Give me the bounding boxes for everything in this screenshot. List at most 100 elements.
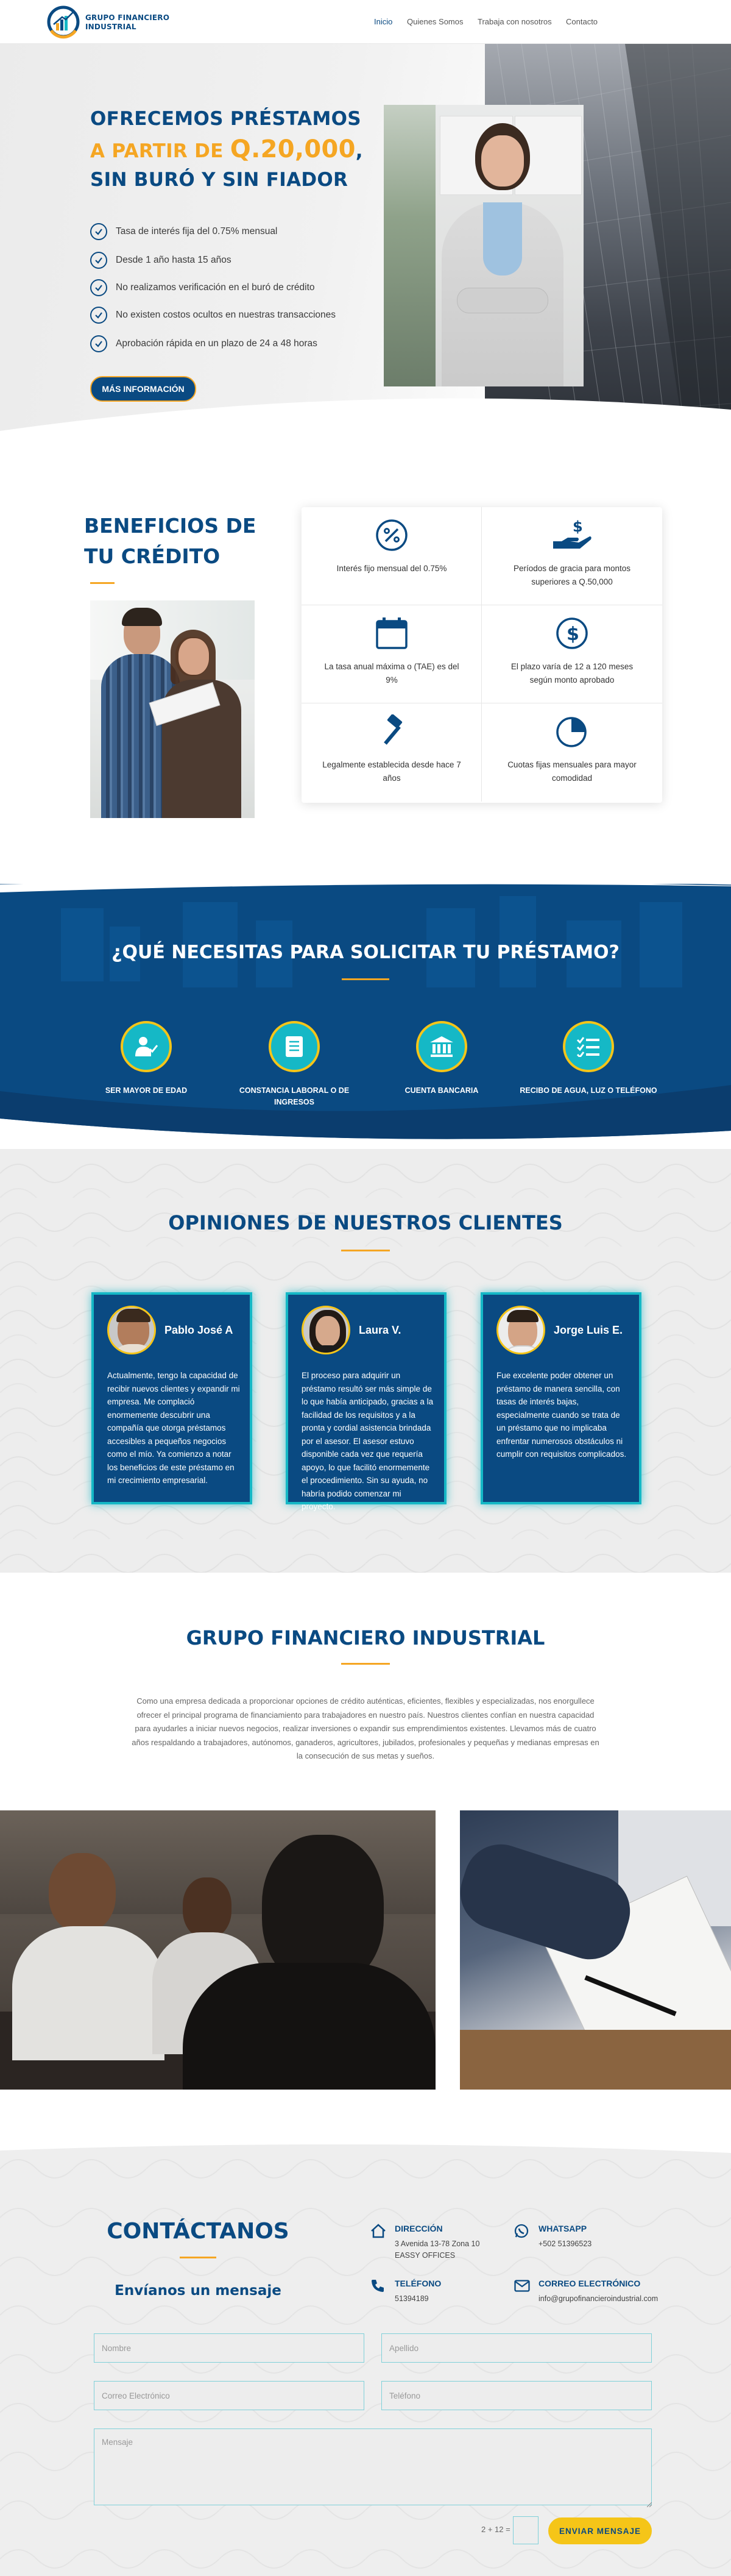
logo-line-1: GRUPO FINANCIERO: [85, 13, 170, 22]
testimonial-name: Laura V.: [359, 1324, 401, 1336]
checklist-icon: [563, 1021, 614, 1072]
email-text[interactable]: info@grupofinancieroindustrial.com: [539, 2293, 658, 2305]
benefit-card: La tasa anual máxima o (TAE) es del 9%: [302, 605, 482, 703]
signing-contract-photo: [460, 1810, 731, 2090]
benefit-card: Cuotas fijas mensuales para mayor comodi…: [482, 703, 662, 802]
hand-money-icon: $: [482, 518, 662, 552]
hero-title-prefix: A PARTIR DE: [90, 140, 230, 162]
address-line-1: 3 Avenida 13-78 Zona 10: [395, 2240, 480, 2248]
benefit-card: Legalmente establecida desde hace 7 años: [302, 703, 482, 802]
email-label: CORREO ELECTRÓNICO: [539, 2279, 641, 2288]
about-title-underline: [341, 1663, 390, 1665]
check-circle-icon: [90, 335, 107, 352]
company-logo[interactable]: GRUPO FINANCIERO INDUSTRIAL: [45, 4, 173, 40]
email-icon: [514, 2280, 530, 2294]
benefits-grid: Interés fijo mensual del 0.75% $ Período…: [302, 507, 662, 803]
nav-trabaja-con-nosotros[interactable]: Trabaja con nosotros: [478, 17, 552, 26]
first-name-input[interactable]: Nombre: [94, 2333, 364, 2363]
testimonial-text: El proceso para adquirir un préstamo res…: [302, 1371, 434, 1511]
hero-bullet: No existen costos ocultos en nuestras tr…: [90, 306, 336, 324]
check-circle-icon: [90, 252, 107, 269]
svg-text:$: $: [573, 518, 583, 535]
requirement-label: CUENTA BANCARIA: [404, 1086, 479, 1095]
requirements-title: ¿QUÉ NECESITAS PARA SOLICITAR TU PRÉSTAM…: [111, 942, 620, 963]
requirements-title-underline: [342, 978, 389, 980]
requirement-label: SER MAYOR DE EDAD: [105, 1086, 188, 1095]
site-header: GRUPO FINANCIERO INDUSTRIAL Inicio Quien…: [0, 0, 731, 44]
testimonial-text: Actualmente, tengo la capacidad de recib…: [107, 1371, 240, 1485]
last-name-input[interactable]: Apellido: [381, 2333, 652, 2363]
nav-inicio[interactable]: Inicio: [374, 17, 392, 26]
logo-emblem-icon: [47, 5, 80, 39]
percent-icon: [302, 518, 482, 552]
nav-quienes-somos[interactable]: Quienes Somos: [407, 17, 464, 26]
whatsapp-icon: [514, 2224, 529, 2241]
benefit-label: El plazo varía de 12 a 120 meses según m…: [510, 662, 634, 685]
benefits-title: BENEFICIOS DE TU CRÉDITO: [84, 514, 256, 568]
hero-bullet: Desde 1 año hasta 15 años: [90, 251, 231, 269]
testimonial-card: Pablo José A Actualmente, tengo la capac…: [91, 1292, 252, 1504]
check-circle-icon: [90, 307, 107, 324]
gavel-icon: [302, 714, 482, 749]
address-line-2: EASSY OFFICES: [395, 2251, 456, 2260]
hero-amount: Q.20,000: [230, 135, 356, 163]
hero-title-line2: A PARTIR DE Q.20,000,: [90, 135, 363, 163]
hero-bullet: Aprobación rápida en un plazo de 24 a 48…: [90, 335, 317, 353]
requirement-label: RECIBO DE AGUA, LUZ O TELÉFONO: [520, 1086, 657, 1095]
phone-label: TELÉFONO: [395, 2279, 442, 2288]
bank-icon: [416, 1021, 467, 1072]
check-circle-icon: [90, 223, 107, 240]
captcha-input[interactable]: [513, 2516, 539, 2544]
phone-icon: [370, 2279, 385, 2296]
benefit-label: La tasa anual máxima o (TAE) es del 9%: [324, 662, 459, 685]
hero-bottom-curve: [0, 398, 731, 452]
address-label: DIRECCIÓN: [395, 2224, 443, 2233]
avatar: [302, 1306, 350, 1354]
captcha-question: 2 + 12 =: [481, 2525, 510, 2534]
user-check-icon: [121, 1021, 172, 1072]
benefit-card: $ Períodos de gracia para montos superio…: [482, 507, 662, 605]
home-icon: [370, 2224, 386, 2241]
testimonial-card: Laura V. El proceso para adquirir un pré…: [286, 1292, 447, 1511]
nav-contacto[interactable]: Contacto: [566, 17, 598, 26]
about-title: GRUPO FINANCIERO INDUSTRIAL: [186, 1626, 545, 1649]
benefit-label: Legalmente establecida desde hace 7 años: [322, 760, 461, 783]
phone-text[interactable]: 51394189: [395, 2293, 429, 2305]
document-icon: [269, 1021, 320, 1072]
testimonials-title: OPINIONES DE NUESTROS CLIENTES: [168, 1211, 563, 1234]
pie-chart-icon: [482, 714, 662, 749]
check-circle-icon: [90, 279, 107, 296]
svg-text:$: $: [567, 624, 579, 645]
benefit-label: Períodos de gracia para montos superiore…: [513, 564, 631, 586]
testimonial-card: Jorge Luis E. Fue excelente poder obtene…: [481, 1292, 641, 1504]
message-textarea[interactable]: Mensaje: [94, 2428, 652, 2505]
send-message-button[interactable]: ENVIAR MENSAJE: [548, 2517, 652, 2544]
testimonials-title-underline: [341, 1250, 390, 1251]
email-input[interactable]: Correo Electrónico: [94, 2381, 364, 2410]
hero-section: OFRECEMOS PRÉSTAMOS A PARTIR DE Q.20,000…: [0, 44, 731, 452]
calendar-icon: [302, 616, 482, 650]
avatar: [107, 1306, 156, 1354]
hero-bullet: Tasa de interés fija del 0.75% mensual: [90, 222, 277, 241]
address-text: 3 Avenida 13-78 Zona 10 EASSY OFFICES: [395, 2238, 479, 2261]
contact-title-underline: [180, 2257, 216, 2258]
phone-input[interactable]: Teléfono: [381, 2381, 652, 2410]
benefit-label: Interés fijo mensual del 0.75%: [336, 564, 447, 573]
whatsapp-text[interactable]: +502 51396523: [539, 2238, 592, 2250]
contact-title: CONTÁCTANOS: [107, 2219, 289, 2244]
hero-bullet: No realizamos verificación en el buró de…: [90, 279, 315, 297]
resize-handle-icon[interactable]: [646, 2498, 652, 2510]
hero-bullet-text: Desde 1 año hasta 15 años: [116, 255, 231, 265]
businesswoman-image: [384, 105, 584, 386]
logo-line-2: INDUSTRIAL: [85, 23, 136, 31]
benefit-card: $ El plazo varía de 12 a 120 meses según…: [482, 605, 662, 703]
logo-text: GRUPO FINANCIERO INDUSTRIAL: [85, 13, 169, 32]
happy-couple-image: [90, 600, 255, 818]
about-text: Como una empresa dedicada a proporcionar…: [132, 1696, 599, 1760]
avatar: [496, 1306, 545, 1354]
hero-bullet-text: No realizamos verificación en el buró de…: [116, 282, 315, 293]
benefit-label: Cuotas fijas mensuales para mayor comodi…: [507, 760, 637, 783]
contact-subtitle: Envíanos un mensaje: [115, 2283, 281, 2299]
benefits-title-underline: [90, 582, 115, 584]
hero-bullet-text: Tasa de interés fija del 0.75% mensual: [116, 226, 278, 237]
